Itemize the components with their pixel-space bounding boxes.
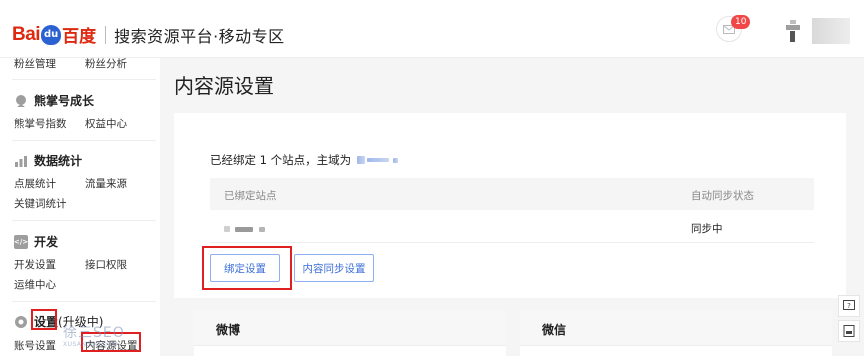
help-button[interactable]: ? — [838, 295, 860, 317]
bind-info-text: 已经绑定 1 个站点，主域为 — [210, 152, 399, 168]
baidu-paw-icon: du — [41, 24, 62, 45]
watermark: 徐三SEO XUSANSEO.COM — [63, 322, 125, 348]
weibo-panel: 微博 — [194, 310, 506, 356]
sidebar-link-ops-center[interactable]: 运维中心 — [14, 277, 56, 292]
col-bound-site: 已绑定站点 — [224, 190, 277, 202]
platform-title: 搜索资源平台·移动专区 — [114, 26, 285, 46]
sidebar-divider — [12, 140, 156, 141]
logo-divider — [105, 25, 107, 44]
medal-icon — [14, 94, 28, 108]
sidebar-divider — [12, 220, 156, 221]
table-header: 已绑定站点 自动同步状态 — [210, 178, 814, 210]
weibo-panel-title: 微博 — [216, 323, 241, 337]
bar-chart-icon — [14, 154, 28, 168]
domain-blurred — [367, 158, 390, 162]
gear-icon — [14, 315, 28, 329]
bind-info-label: 已经绑定 1 个站点，主域为 — [210, 153, 352, 167]
wechat-panel-title: 微信 — [542, 323, 567, 337]
watermark-text: 徐三SEO — [63, 325, 125, 341]
sidebar: 粉丝管理 粉丝分析 熊掌号成长 熊掌号指数 权益中心 数据统计 点展统计 流量来… — [0, 58, 160, 356]
sidebar-section-stats: 数据统计 — [14, 152, 82, 169]
feedback-button[interactable] — [838, 320, 860, 342]
sidebar-divider — [12, 79, 156, 80]
sidebar-section-stats-title: 数据统计 — [34, 154, 83, 168]
sidebar-link-index[interactable]: 熊掌号指数 — [14, 116, 67, 131]
user-name-blurred[interactable] — [812, 18, 850, 44]
sidebar-link-account-settings[interactable]: 账号设置 — [14, 338, 56, 353]
sidebar-link-fans-manage[interactable]: 粉丝管理 — [14, 56, 56, 71]
domain-blurred — [357, 156, 366, 164]
top-header: Bai du 百度 搜索资源平台·移动专区 10 — [0, 0, 864, 58]
question-icon: ? — [843, 300, 855, 310]
sidebar-section-dev-title: 开发 — [34, 235, 59, 249]
highlight-bind-settings-button — [202, 246, 292, 290]
highlight-settings-title — [31, 309, 57, 330]
sidebar-link-impressions[interactable]: 点展统计 — [14, 176, 56, 191]
site-name-blurred — [224, 223, 265, 235]
logo-text-cn: 百度 — [62, 27, 97, 47]
code-icon: </> — [14, 234, 28, 249]
watermark-subtext: XUSANSEO.COM — [63, 341, 119, 348]
baidu-logo[interactable]: Bai du 百度 搜索资源平台·移动专区 — [12, 22, 285, 48]
wechat-panel: 微信 — [520, 310, 832, 356]
col-sync-status: 自动同步状态 — [691, 190, 754, 202]
sidebar-section-growth-title: 熊掌号成长 — [34, 94, 95, 108]
domain-blurred — [393, 157, 399, 163]
logo-text-latin: Bai — [12, 23, 41, 45]
page-title: 内容源设置 — [174, 74, 274, 98]
user-avatar[interactable] — [786, 20, 800, 42]
sidebar-link-api-permission[interactable]: 接口权限 — [85, 257, 127, 272]
sidebar-section-growth: 熊掌号成长 — [14, 92, 94, 109]
sync-status: 同步中 — [691, 223, 723, 235]
svg-text:?: ? — [847, 302, 851, 310]
content-sync-settings-button[interactable]: 内容同步设置 — [294, 254, 374, 282]
feedback-icon — [843, 325, 855, 337]
sidebar-link-traffic-source[interactable]: 流量来源 — [85, 176, 127, 191]
sidebar-link-rights[interactable]: 权益中心 — [85, 116, 127, 131]
message-count-badge: 10 — [731, 15, 751, 29]
sidebar-link-keywords[interactable]: 关键词统计 — [14, 196, 67, 211]
sidebar-link-fans-analysis[interactable]: 粉丝分析 — [85, 56, 127, 71]
sidebar-divider — [12, 301, 156, 302]
sidebar-link-dev-settings[interactable]: 开发设置 — [14, 257, 56, 272]
table-row: 同步中 — [210, 211, 814, 243]
sidebar-section-dev: </> 开发 — [14, 233, 58, 250]
